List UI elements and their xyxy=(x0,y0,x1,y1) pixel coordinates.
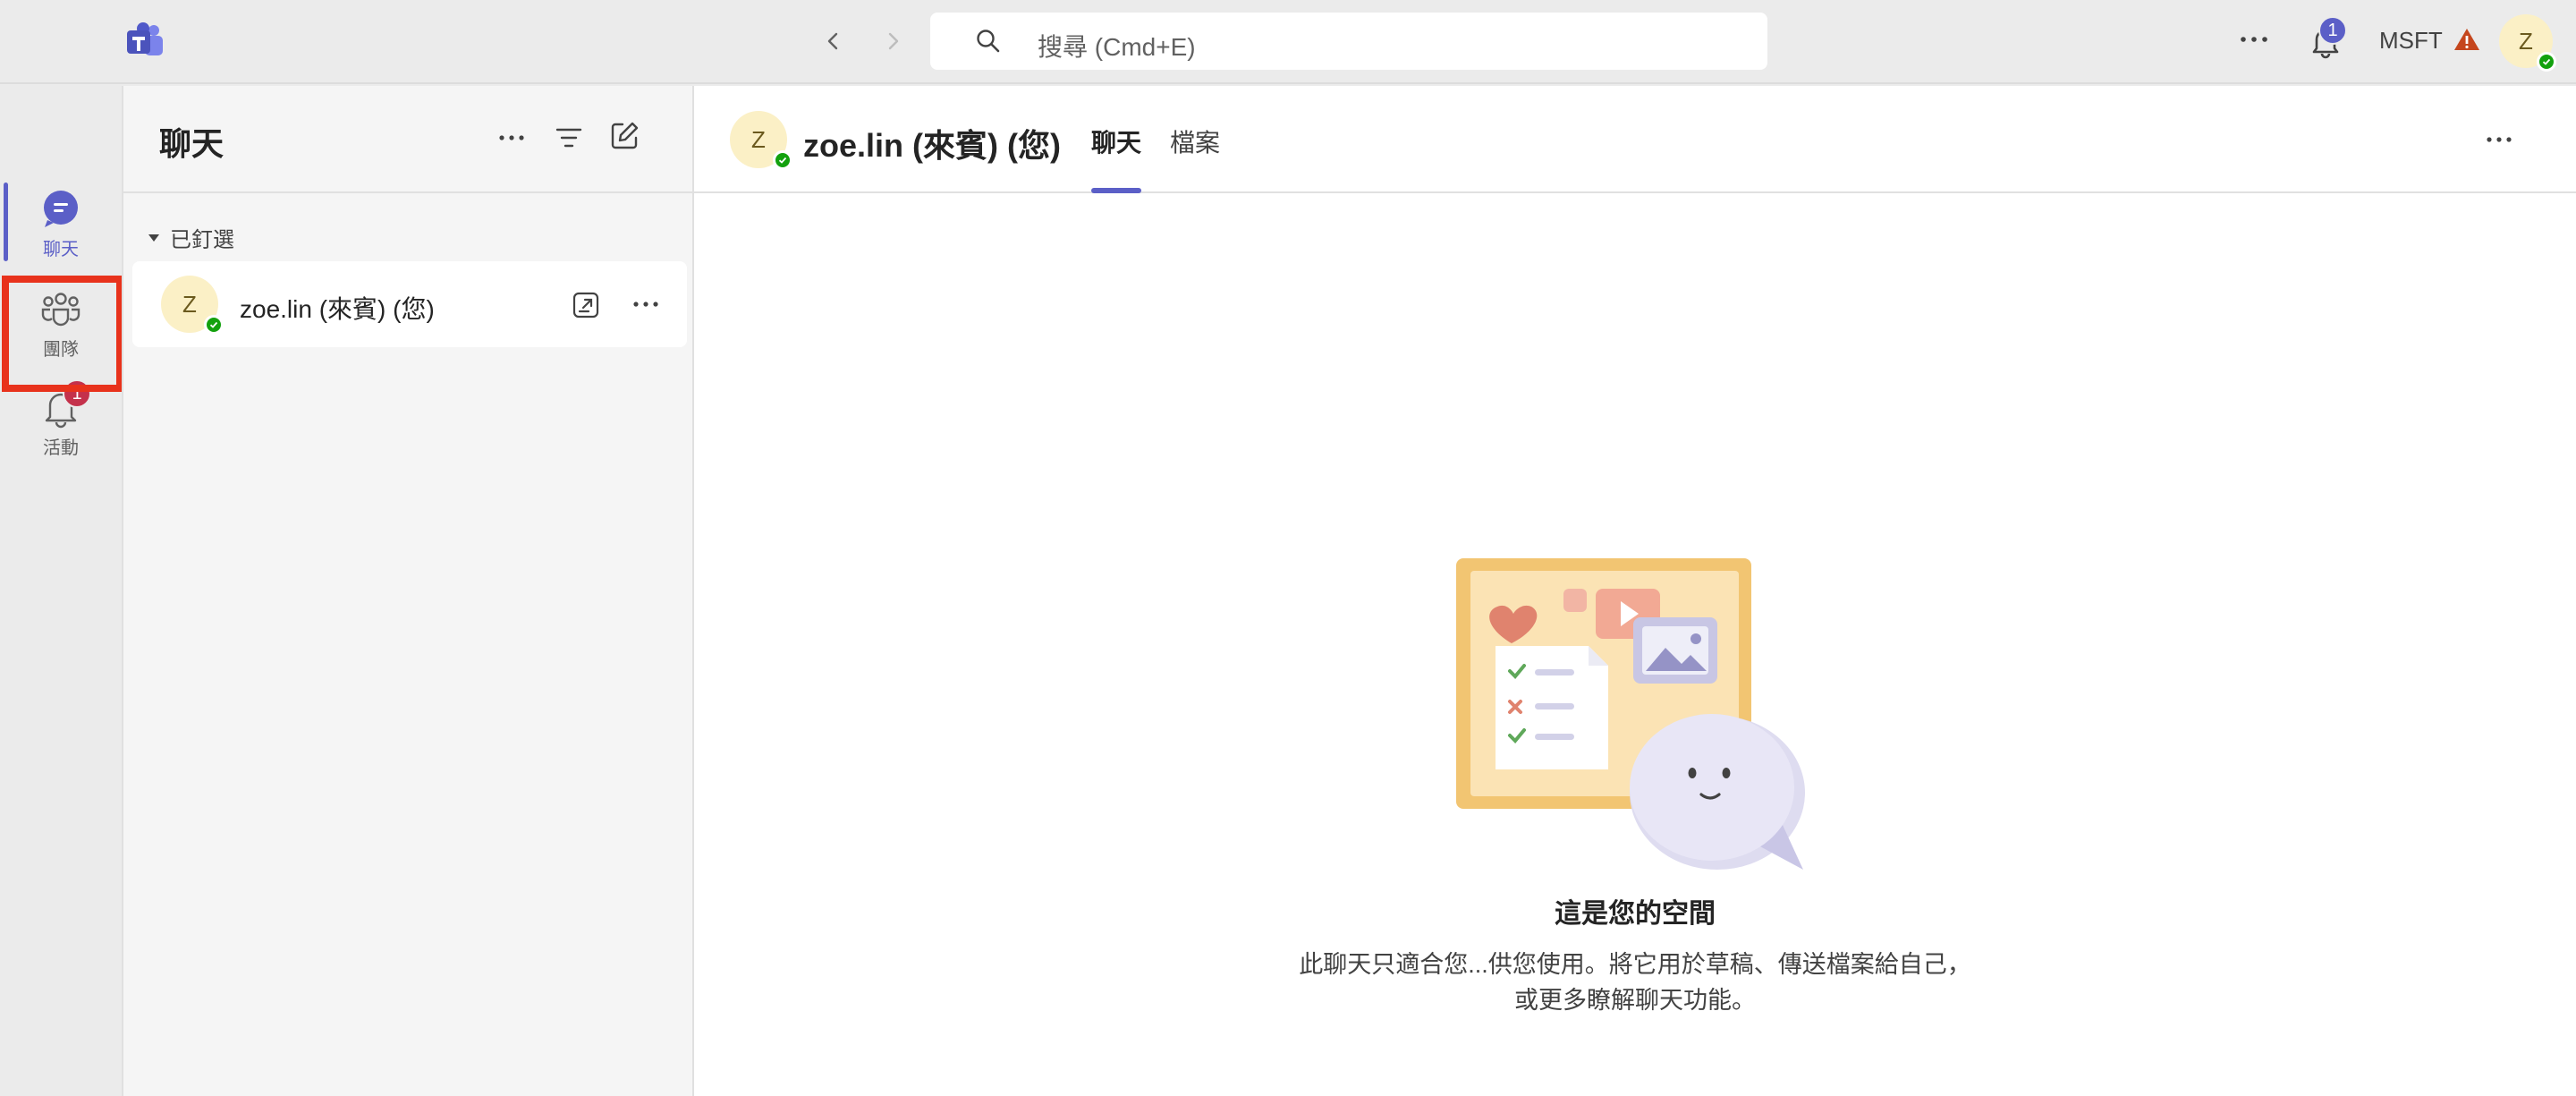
empty-state-line-2: 或更多瞭解聊天功能。 xyxy=(1514,987,1756,1014)
chat-list-item[interactable]: Z zoe.lin (來賓) (您) xyxy=(132,261,687,347)
presence-available-icon xyxy=(204,315,224,335)
chat-list-header: 聊天 xyxy=(123,86,692,193)
active-indicator xyxy=(4,183,8,261)
more-horizontal-icon xyxy=(499,135,524,140)
chat-icon xyxy=(44,191,78,227)
pinned-section-header[interactable]: 已釘選 xyxy=(147,222,234,253)
search-icon xyxy=(977,30,1000,53)
org-name[interactable]: MSFT xyxy=(2379,27,2443,55)
app-rail: 聊天 團隊 1 活動 xyxy=(0,86,122,1096)
caret-down-icon xyxy=(148,234,159,242)
empty-state-illustration xyxy=(1456,558,1805,870)
chat-item-name: zoe.lin (來賓) (您) xyxy=(240,295,435,323)
avatar-initial: Z xyxy=(2519,27,2533,55)
chat-main-pane: Z zoe.lin (來賓) (您) 聊天 檔案 這是您的空間 此聊天只適合您.… xyxy=(694,86,2576,1096)
teams-logo-icon[interactable] xyxy=(123,20,166,63)
empty-state-description: 此聊天只適合您...供您使用。將它用於草稿、傳送檔案給自己， 或更多瞭解聊天功能… xyxy=(694,947,2576,1018)
chat-more-options-button[interactable] xyxy=(494,120,530,156)
empty-state-line-1: 此聊天只適合您...供您使用。將它用於草稿、傳送檔案給自己， xyxy=(1299,951,1971,978)
empty-state-title: 這是您的空間 xyxy=(1555,899,1716,929)
tab-chat[interactable]: 聊天 xyxy=(1091,123,1141,159)
avatar: Z xyxy=(161,276,224,335)
more-horizontal-icon xyxy=(633,302,658,307)
pinned-section-label: 已釘選 xyxy=(170,228,234,252)
back-button[interactable] xyxy=(816,23,852,59)
warning-icon[interactable] xyxy=(2453,25,2481,54)
more-horizontal-icon xyxy=(2241,37,2267,42)
rail-item-chat[interactable]: 聊天 xyxy=(0,175,122,268)
active-tab-indicator xyxy=(1091,188,1141,193)
chat-list-pane: 聊天 已釘選 Z zoe.lin (來賓) (您) xyxy=(122,86,694,1096)
chat-item-more-button[interactable] xyxy=(628,286,664,322)
more-horizontal-icon xyxy=(2487,137,2512,142)
title-bar: 搜尋 (Cmd+E) 1 MSFT Z xyxy=(0,0,2576,84)
chat-bubble-icon xyxy=(1630,714,1794,861)
more-options-button[interactable] xyxy=(2236,21,2272,57)
rail-item-label: 活動 xyxy=(43,438,79,458)
chat-header: Z zoe.lin (來賓) (您) 聊天 檔案 xyxy=(694,86,2576,193)
avatar[interactable]: Z xyxy=(730,111,792,170)
search-placeholder: 搜尋 (Cmd+E) xyxy=(1038,33,1196,61)
notification-count-badge: 1 xyxy=(2318,16,2347,45)
chat-title: zoe.lin (來賓) (您) xyxy=(803,127,1061,164)
highlight-annotation xyxy=(2,276,123,392)
user-avatar[interactable]: Z xyxy=(2499,14,2556,72)
forward-button[interactable] xyxy=(875,23,911,59)
rail-item-label: 聊天 xyxy=(43,240,79,259)
presence-available-icon xyxy=(773,150,792,170)
chat-list-title: 聊天 xyxy=(159,125,225,162)
tab-files[interactable]: 檔案 xyxy=(1170,123,1220,159)
presence-available-icon xyxy=(2537,52,2556,72)
avatar-initial: Z xyxy=(182,290,197,318)
chevron-right-icon xyxy=(888,32,899,50)
chat-header-more-button[interactable] xyxy=(2481,122,2517,157)
pop-out-icon[interactable] xyxy=(571,290,601,320)
filter-icon[interactable] xyxy=(551,120,587,156)
chevron-left-icon xyxy=(827,32,838,50)
new-chat-icon[interactable] xyxy=(606,118,642,154)
search-input[interactable]: 搜尋 (Cmd+E) xyxy=(930,13,1767,70)
avatar-initial: Z xyxy=(751,125,766,153)
